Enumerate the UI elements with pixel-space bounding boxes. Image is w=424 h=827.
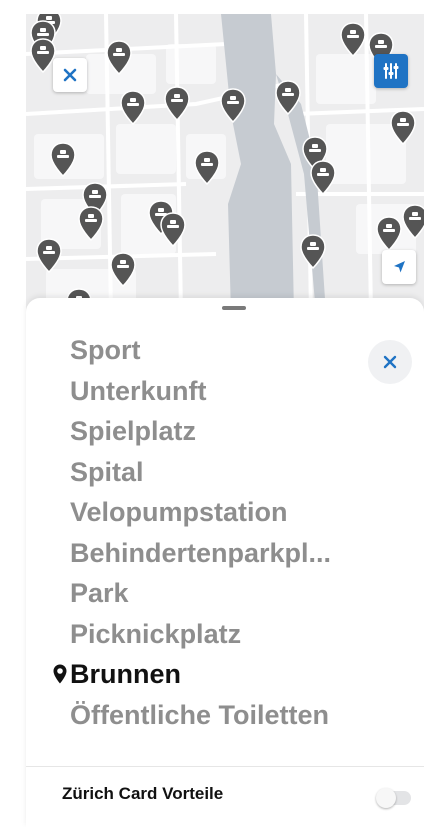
fountain-marker[interactable]	[340, 22, 366, 58]
fountain-marker[interactable]	[160, 212, 186, 248]
map-view[interactable]	[26, 14, 424, 314]
fountain-marker[interactable]	[110, 252, 136, 288]
zurich-card-label: Zürich Card Vorteile	[62, 784, 224, 803]
category-label: Brunnen	[70, 659, 181, 689]
fountain-marker[interactable]	[164, 86, 190, 122]
category-list: Sport Unterkunft Spielplatz Spital Velop…	[26, 330, 424, 735]
category-label: Behindertenparkpl...	[70, 537, 332, 568]
category-label: Spital	[70, 456, 144, 487]
category-item-spielplatz[interactable]: Spielplatz	[26, 411, 424, 452]
category-item-behindertenparkplatz[interactable]: Behindertenparkpl...	[26, 533, 424, 574]
fountain-marker[interactable]	[106, 40, 132, 76]
sheet-drag-handle[interactable]	[222, 306, 246, 310]
toggle-knob	[376, 788, 396, 808]
category-label: Park	[70, 578, 129, 608]
category-item-sport[interactable]: Sport	[26, 330, 424, 371]
locate-me-button[interactable]	[382, 250, 416, 284]
sheet-divider	[26, 766, 424, 767]
category-item-brunnen[interactable]: Brunnen	[26, 654, 424, 695]
fountain-marker[interactable]	[300, 234, 326, 270]
category-item-spital[interactable]: Spital	[26, 452, 424, 493]
fountain-marker[interactable]	[390, 110, 416, 146]
category-item-velopumpstation[interactable]: Velopumpstation	[26, 492, 424, 533]
fountain-marker[interactable]	[220, 88, 246, 124]
location-arrow-icon	[394, 261, 405, 273]
zurich-card-toggle[interactable]	[376, 788, 411, 808]
category-label: Velopumpstation	[70, 497, 288, 527]
fountain-marker[interactable]	[376, 216, 402, 252]
category-sheet: Sport Unterkunft Spielplatz Spital Velop…	[26, 298, 424, 827]
category-label: Öffentliche Toiletten	[70, 699, 330, 730]
map-pin-icon	[53, 664, 67, 684]
close-icon	[63, 68, 77, 82]
filter-button[interactable]	[374, 54, 408, 88]
category-item-park[interactable]: Park	[26, 573, 424, 614]
fountain-marker[interactable]	[310, 160, 336, 196]
fountain-marker[interactable]	[36, 238, 62, 274]
fountain-marker[interactable]	[275, 80, 301, 116]
category-item-picknickplatz[interactable]: Picknickplatz	[26, 614, 424, 655]
app-screen: Sport Unterkunft Spielplatz Spital Velop…	[0, 0, 424, 827]
filter-sliders-icon	[383, 63, 399, 79]
category-item-unterkunft[interactable]: Unterkunft	[26, 371, 424, 412]
fountain-marker[interactable]	[78, 206, 104, 242]
fountain-marker[interactable]	[194, 150, 220, 186]
map-close-button[interactable]	[53, 58, 87, 92]
category-item-oeffentliche-toiletten[interactable]: Öffentliche Toiletten	[26, 695, 424, 736]
fountain-marker[interactable]	[50, 142, 76, 178]
category-label: Unterkunft	[70, 375, 207, 406]
category-label: Sport	[70, 335, 141, 365]
fountain-marker[interactable]	[402, 204, 424, 240]
category-label: Spielplatz	[70, 416, 197, 446]
fountain-marker[interactable]	[120, 90, 146, 126]
category-label: Picknickplatz	[70, 618, 242, 649]
